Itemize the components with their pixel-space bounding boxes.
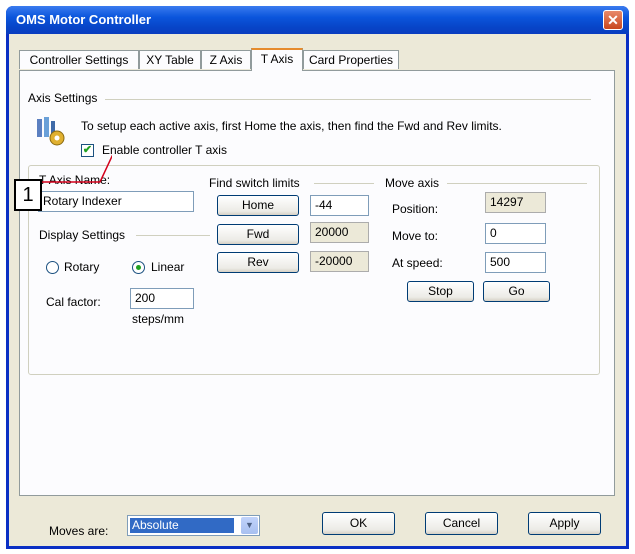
divider <box>105 99 591 100</box>
home-button[interactable]: Home <box>217 195 299 216</box>
chevron-down-icon[interactable]: ▼ <box>241 517 258 534</box>
display-settings-heading: Display Settings <box>39 228 126 242</box>
cal-factor-label: Cal factor: <box>46 295 101 309</box>
tab-card-properties[interactable]: Card Properties <box>303 50 399 69</box>
move-axis-heading: Move axis <box>385 176 440 190</box>
callout-marker: 1 <box>14 179 42 211</box>
title-bar[interactable]: OMS Motor Controller ✕ <box>6 6 629 34</box>
move-to-input[interactable]: 0 <box>485 223 546 244</box>
divider <box>447 183 587 184</box>
apply-button[interactable]: Apply <box>528 512 601 535</box>
linear-label: Linear <box>151 260 185 274</box>
callout-pointer <box>42 154 112 183</box>
find-limits-heading: Find switch limits <box>209 176 300 190</box>
tab-xy-table[interactable]: XY Table <box>139 50 201 69</box>
moves-are-value: Absolute <box>130 518 234 533</box>
rotary-radio[interactable] <box>46 261 59 274</box>
moves-are-dropdown[interactable]: Absolute ▼ <box>127 515 260 536</box>
divider <box>314 183 374 184</box>
stop-button[interactable]: Stop <box>407 281 474 302</box>
position-value-field: 14297 <box>485 192 546 213</box>
dialog-window: OMS Motor Controller ✕ Controller Settin… <box>6 6 629 549</box>
dialog-body: Controller Settings XY Table Z Axis T Ax… <box>9 34 626 546</box>
ok-button[interactable]: OK <box>322 512 395 535</box>
instruction-text: To setup each active axis, first Home th… <box>81 119 502 133</box>
fwd-button[interactable]: Fwd <box>217 224 299 245</box>
rev-button[interactable]: Rev <box>217 252 299 273</box>
cal-units-label: steps/mm <box>132 312 185 326</box>
t-axis-panel: Axis Settings To setup each active axis,… <box>19 70 615 496</box>
axis-settings-heading: Axis Settings <box>28 91 98 105</box>
cancel-button[interactable]: Cancel <box>425 512 498 535</box>
tab-z-axis[interactable]: Z Axis <box>201 50 251 69</box>
move-to-label: Move to: <box>392 229 439 243</box>
close-icon[interactable]: ✕ <box>603 10 623 30</box>
tab-controller-settings[interactable]: Controller Settings <box>19 50 139 69</box>
enable-t-axis-label: Enable controller T axis <box>102 143 227 157</box>
divider <box>136 235 210 236</box>
position-label: Position: <box>392 202 439 216</box>
axis-name-input[interactable]: Rotary Indexer <box>38 191 194 212</box>
home-value-field[interactable]: -44 <box>310 195 369 216</box>
moves-are-label: Moves are: <box>49 524 109 538</box>
linear-radio[interactable] <box>132 261 145 274</box>
at-speed-input[interactable]: 500 <box>485 252 546 273</box>
cal-factor-input[interactable]: 200 <box>130 288 194 309</box>
window-title: OMS Motor Controller <box>16 12 152 27</box>
go-button[interactable]: Go <box>483 281 550 302</box>
tab-t-axis[interactable]: T Axis <box>251 48 303 71</box>
rev-value-field: -20000 <box>310 251 369 272</box>
at-speed-label: At speed: <box>392 256 443 270</box>
fwd-value-field: 20000 <box>310 222 369 243</box>
rotary-label: Rotary <box>64 260 100 274</box>
